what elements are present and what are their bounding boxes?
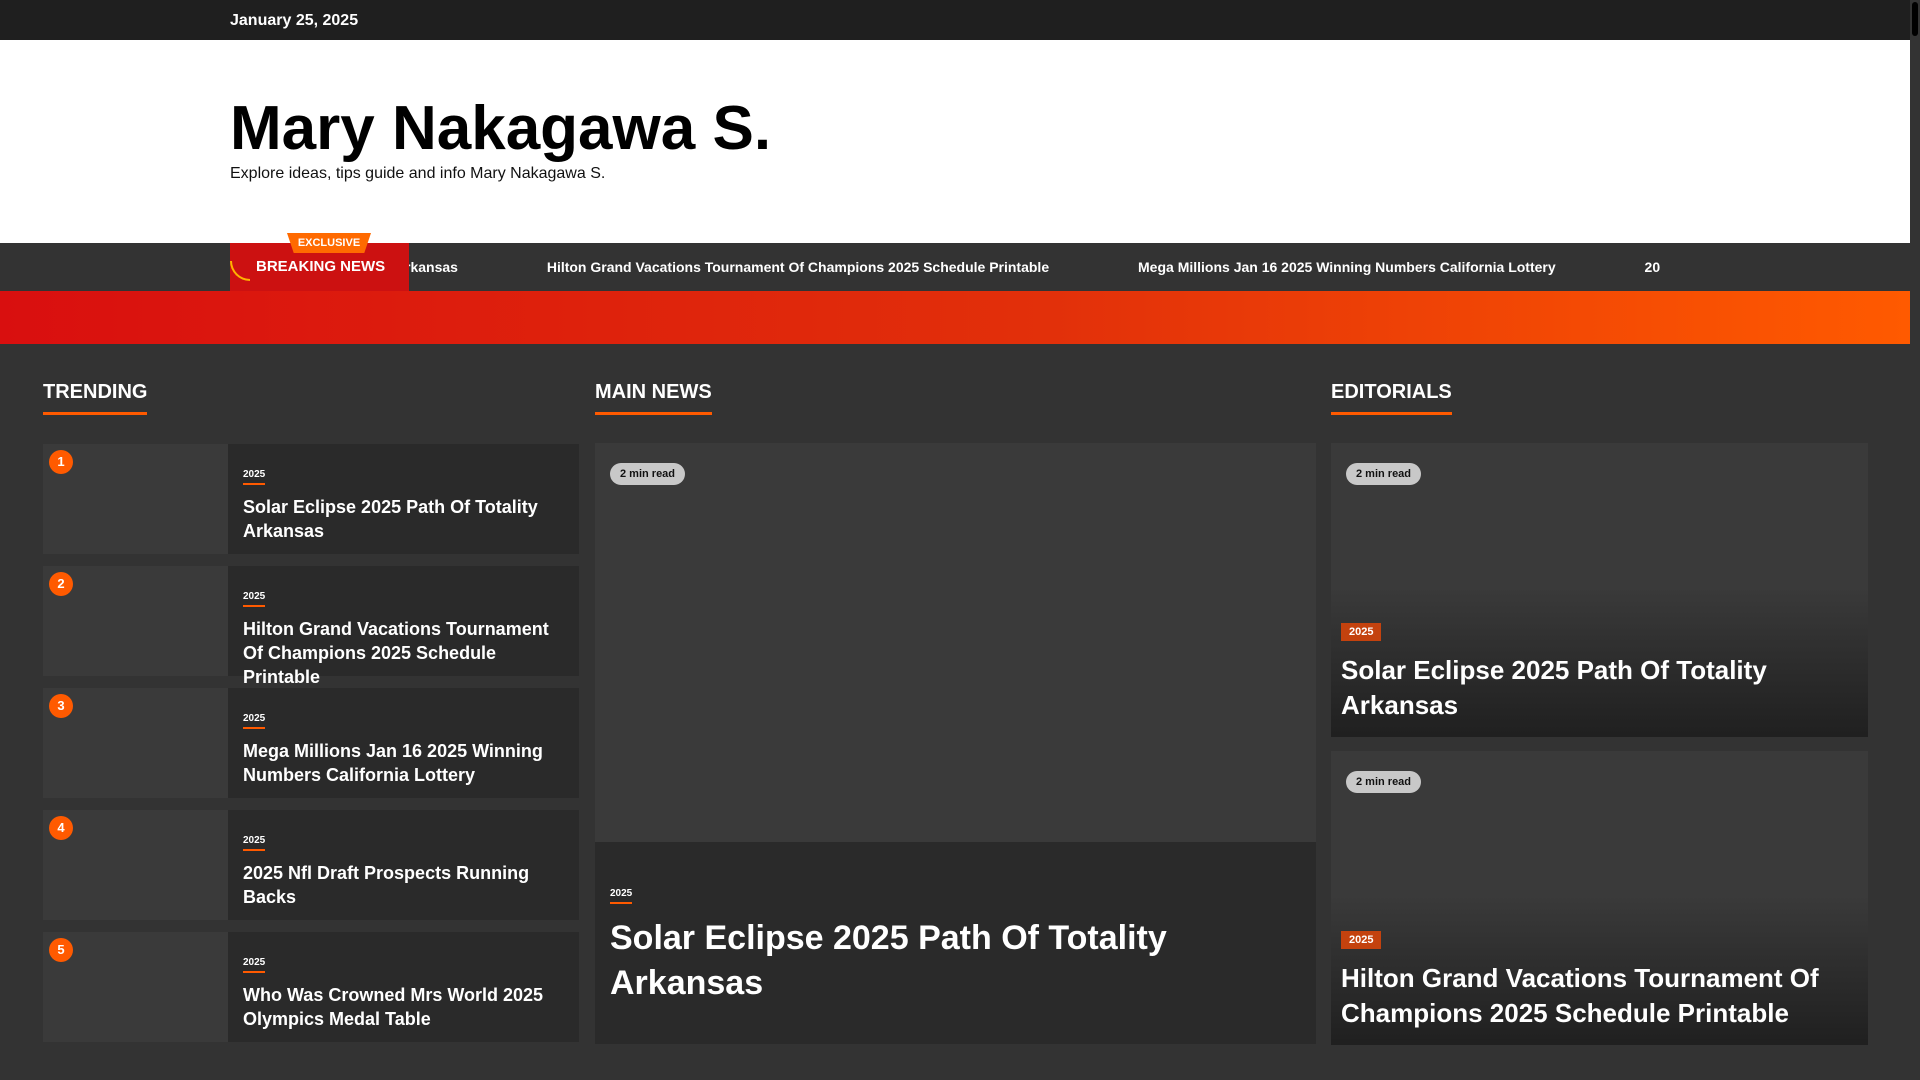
category-tag[interactable]: 2025 [1341, 623, 1382, 641]
trending-title[interactable]: Solar Eclipse 2025 Path Of Totality Arka… [243, 495, 565, 543]
top-bar: January 25, 2025 [0, 0, 1910, 40]
ticker-item[interactable]: Hilton Grand Vacations Tournament Of Cha… [547, 259, 1049, 275]
trending-rank: 2 [49, 572, 73, 596]
ticker-item[interactable]: rkansas [405, 259, 458, 275]
current-date: January 25, 2025 [230, 12, 359, 29]
trending-title[interactable]: 2025 Nfl Draft Prospects Running Backs [243, 861, 565, 909]
main-news-image[interactable] [595, 443, 1316, 842]
trending-rank: 3 [49, 694, 73, 718]
read-time-badge: 2 min read [610, 463, 686, 485]
section-title-trending: TRENDING [43, 381, 148, 415]
trending-title[interactable]: Mega Millions Jan 16 2025 Winning Number… [243, 739, 565, 787]
section-title-main-news: MAIN NEWS [595, 381, 712, 415]
category-tag[interactable]: 2025 [243, 591, 266, 607]
trending-rank: 5 [49, 938, 73, 962]
editorial-card[interactable]: 2 min read 2025 Hilton Grand Vacations T… [1331, 751, 1868, 1045]
category-tag[interactable]: 2025 [243, 469, 266, 485]
editorial-card[interactable]: 2 min read 2025 Solar Eclipse 2025 Path … [1331, 443, 1868, 737]
spinner-icon [230, 261, 250, 281]
editorial-title[interactable]: Hilton Grand Vacations Tournament Of Cha… [1341, 961, 1854, 1031]
trending-title[interactable]: Who Was Crowned Mrs World 2025 Olympics … [243, 983, 565, 1031]
site-tagline: Explore ideas, tips guide and info Mary … [230, 165, 606, 182]
trending-item[interactable]: 5 2025 Who Was Crowned Mrs World 2025 Ol… [43, 932, 579, 1042]
accent-band [0, 291, 1910, 344]
category-tag[interactable]: 2025 [243, 713, 266, 729]
ticker-items: rkansas Hilton Grand Vacations Tournamen… [405, 259, 1680, 275]
scrollbar-thumb[interactable] [1912, 2, 1918, 36]
trending-item[interactable]: 2 2025 Hilton Grand Vacations Tournament… [43, 566, 579, 687]
trending-rank: 4 [49, 816, 73, 840]
section-title-editorials: EDITORIALS [1331, 381, 1452, 415]
trending-title[interactable]: Hilton Grand Vacations Tournament Of Cha… [243, 617, 565, 689]
trending-item[interactable]: 4 2025 2025 Nfl Draft Prospects Running … [43, 810, 579, 920]
read-time-badge: 2 min read [1346, 771, 1422, 793]
category-tag[interactable]: 2025 [1341, 931, 1382, 949]
breaking-news-label: BREAKING NEWS [256, 258, 386, 275]
exclusive-label: EXCLUSIVE [297, 237, 361, 249]
category-tag[interactable]: 2025 [243, 957, 266, 973]
read-time-badge: 2 min read [1346, 463, 1422, 485]
site-title[interactable]: Mary Nakagawa S. [230, 93, 771, 164]
editorial-title[interactable]: Solar Eclipse 2025 Path Of Totality Arka… [1341, 653, 1854, 723]
ticker-item[interactable]: Mega Millions Jan 16 2025 Winning Number… [1138, 259, 1556, 275]
category-tag[interactable]: 2025 [243, 835, 266, 851]
main-news-title[interactable]: Solar Eclipse 2025 Path Of Totality Arka… [610, 916, 1296, 1006]
trending-item[interactable]: 3 2025 Mega Millions Jan 16 2025 Winning… [43, 688, 579, 798]
category-tag[interactable]: 2025 [610, 888, 633, 904]
trending-rank: 1 [49, 450, 73, 474]
trending-item[interactable]: 1 2025 Solar Eclipse 2025 Path Of Totali… [43, 444, 579, 554]
main-news-card[interactable]: 2 min read 2025 Solar Eclipse 2025 Path … [595, 443, 1316, 1044]
ticker-item[interactable]: 20 [1645, 259, 1661, 275]
exclusive-badge: EXCLUSIVE [287, 233, 371, 253]
site-header: Mary Nakagawa S. Explore ideas, tips gui… [0, 40, 1910, 243]
